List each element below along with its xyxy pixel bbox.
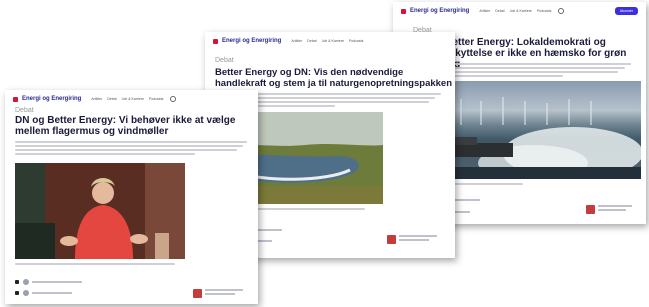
nav-item-artikler[interactable]: Artikler [291,39,302,43]
nav-item-podcasts[interactable]: Podcasts [537,9,551,13]
nav-item-debat[interactable]: Debat [495,9,504,13]
related-promo[interactable] [586,205,632,214]
main-nav: Artikler Debat Job & Karriere Podcasts [91,97,163,101]
avatar [23,290,29,296]
site-brand[interactable]: Energi og Energiring [410,8,469,14]
logo-icon [13,96,18,102]
nav-item-artikler[interactable]: Artikler [91,97,102,101]
article-headline: Better Energy og DN: Vis den nødvendige … [215,67,453,89]
article-card-flagermus[interactable]: Energi og Energiring Artikler Debat Job … [5,90,258,304]
site-header: Energi og Energiring Artikler Debat Job … [393,2,646,20]
site-header: Energi og Energiring Artikler Debat Job … [5,90,258,108]
section-label: Debat [15,107,34,114]
nav-item-job[interactable]: Job & Karriere [510,9,532,13]
main-nav: Artikler Debat Job & Karriere Podcasts [479,9,551,13]
nav-item-podcasts[interactable]: Podcasts [349,39,363,43]
article-photo-speaker [15,163,185,259]
main-nav: Artikler Debat Job & Karriere Podcasts [291,39,363,43]
promo-thumbnail [586,205,595,214]
logo-icon [401,8,406,14]
search-icon[interactable] [558,8,565,14]
search-icon[interactable] [170,96,177,102]
nav-item-job[interactable]: Job & Karriere [122,97,144,101]
avatar [23,279,29,285]
site-header: Energi og Energiring Artikler Debat Job … [205,32,455,50]
nav-item-debat[interactable]: Debat [107,97,116,101]
promo-thumbnail [193,289,202,298]
related-promo[interactable] [387,235,437,244]
site-brand[interactable]: Energi og Energiring [222,38,281,44]
speaker-image [15,163,185,259]
photo-caption [15,263,175,265]
article-headline: DN og Better Energy: Vi behøver ikke at … [15,115,236,138]
author-row [23,290,72,296]
bullet-icon [15,280,19,284]
promo-thumbnail [387,235,396,244]
nav-item-debat[interactable]: Debat [307,39,316,43]
nav-item-job[interactable]: Job & Karriere [322,39,344,43]
subscribe-button[interactable]: Abonnér [614,7,638,15]
section-label: Debat [215,57,234,64]
logo-icon [213,38,218,44]
bullet-icon [15,291,19,295]
related-promo[interactable] [193,289,243,298]
nav-item-artikler[interactable]: Artikler [479,9,490,13]
nav-item-podcasts[interactable]: Podcasts [149,97,163,101]
article-intro [15,141,251,157]
author-row [23,279,82,285]
site-brand[interactable]: Energi og Energiring [22,96,81,102]
